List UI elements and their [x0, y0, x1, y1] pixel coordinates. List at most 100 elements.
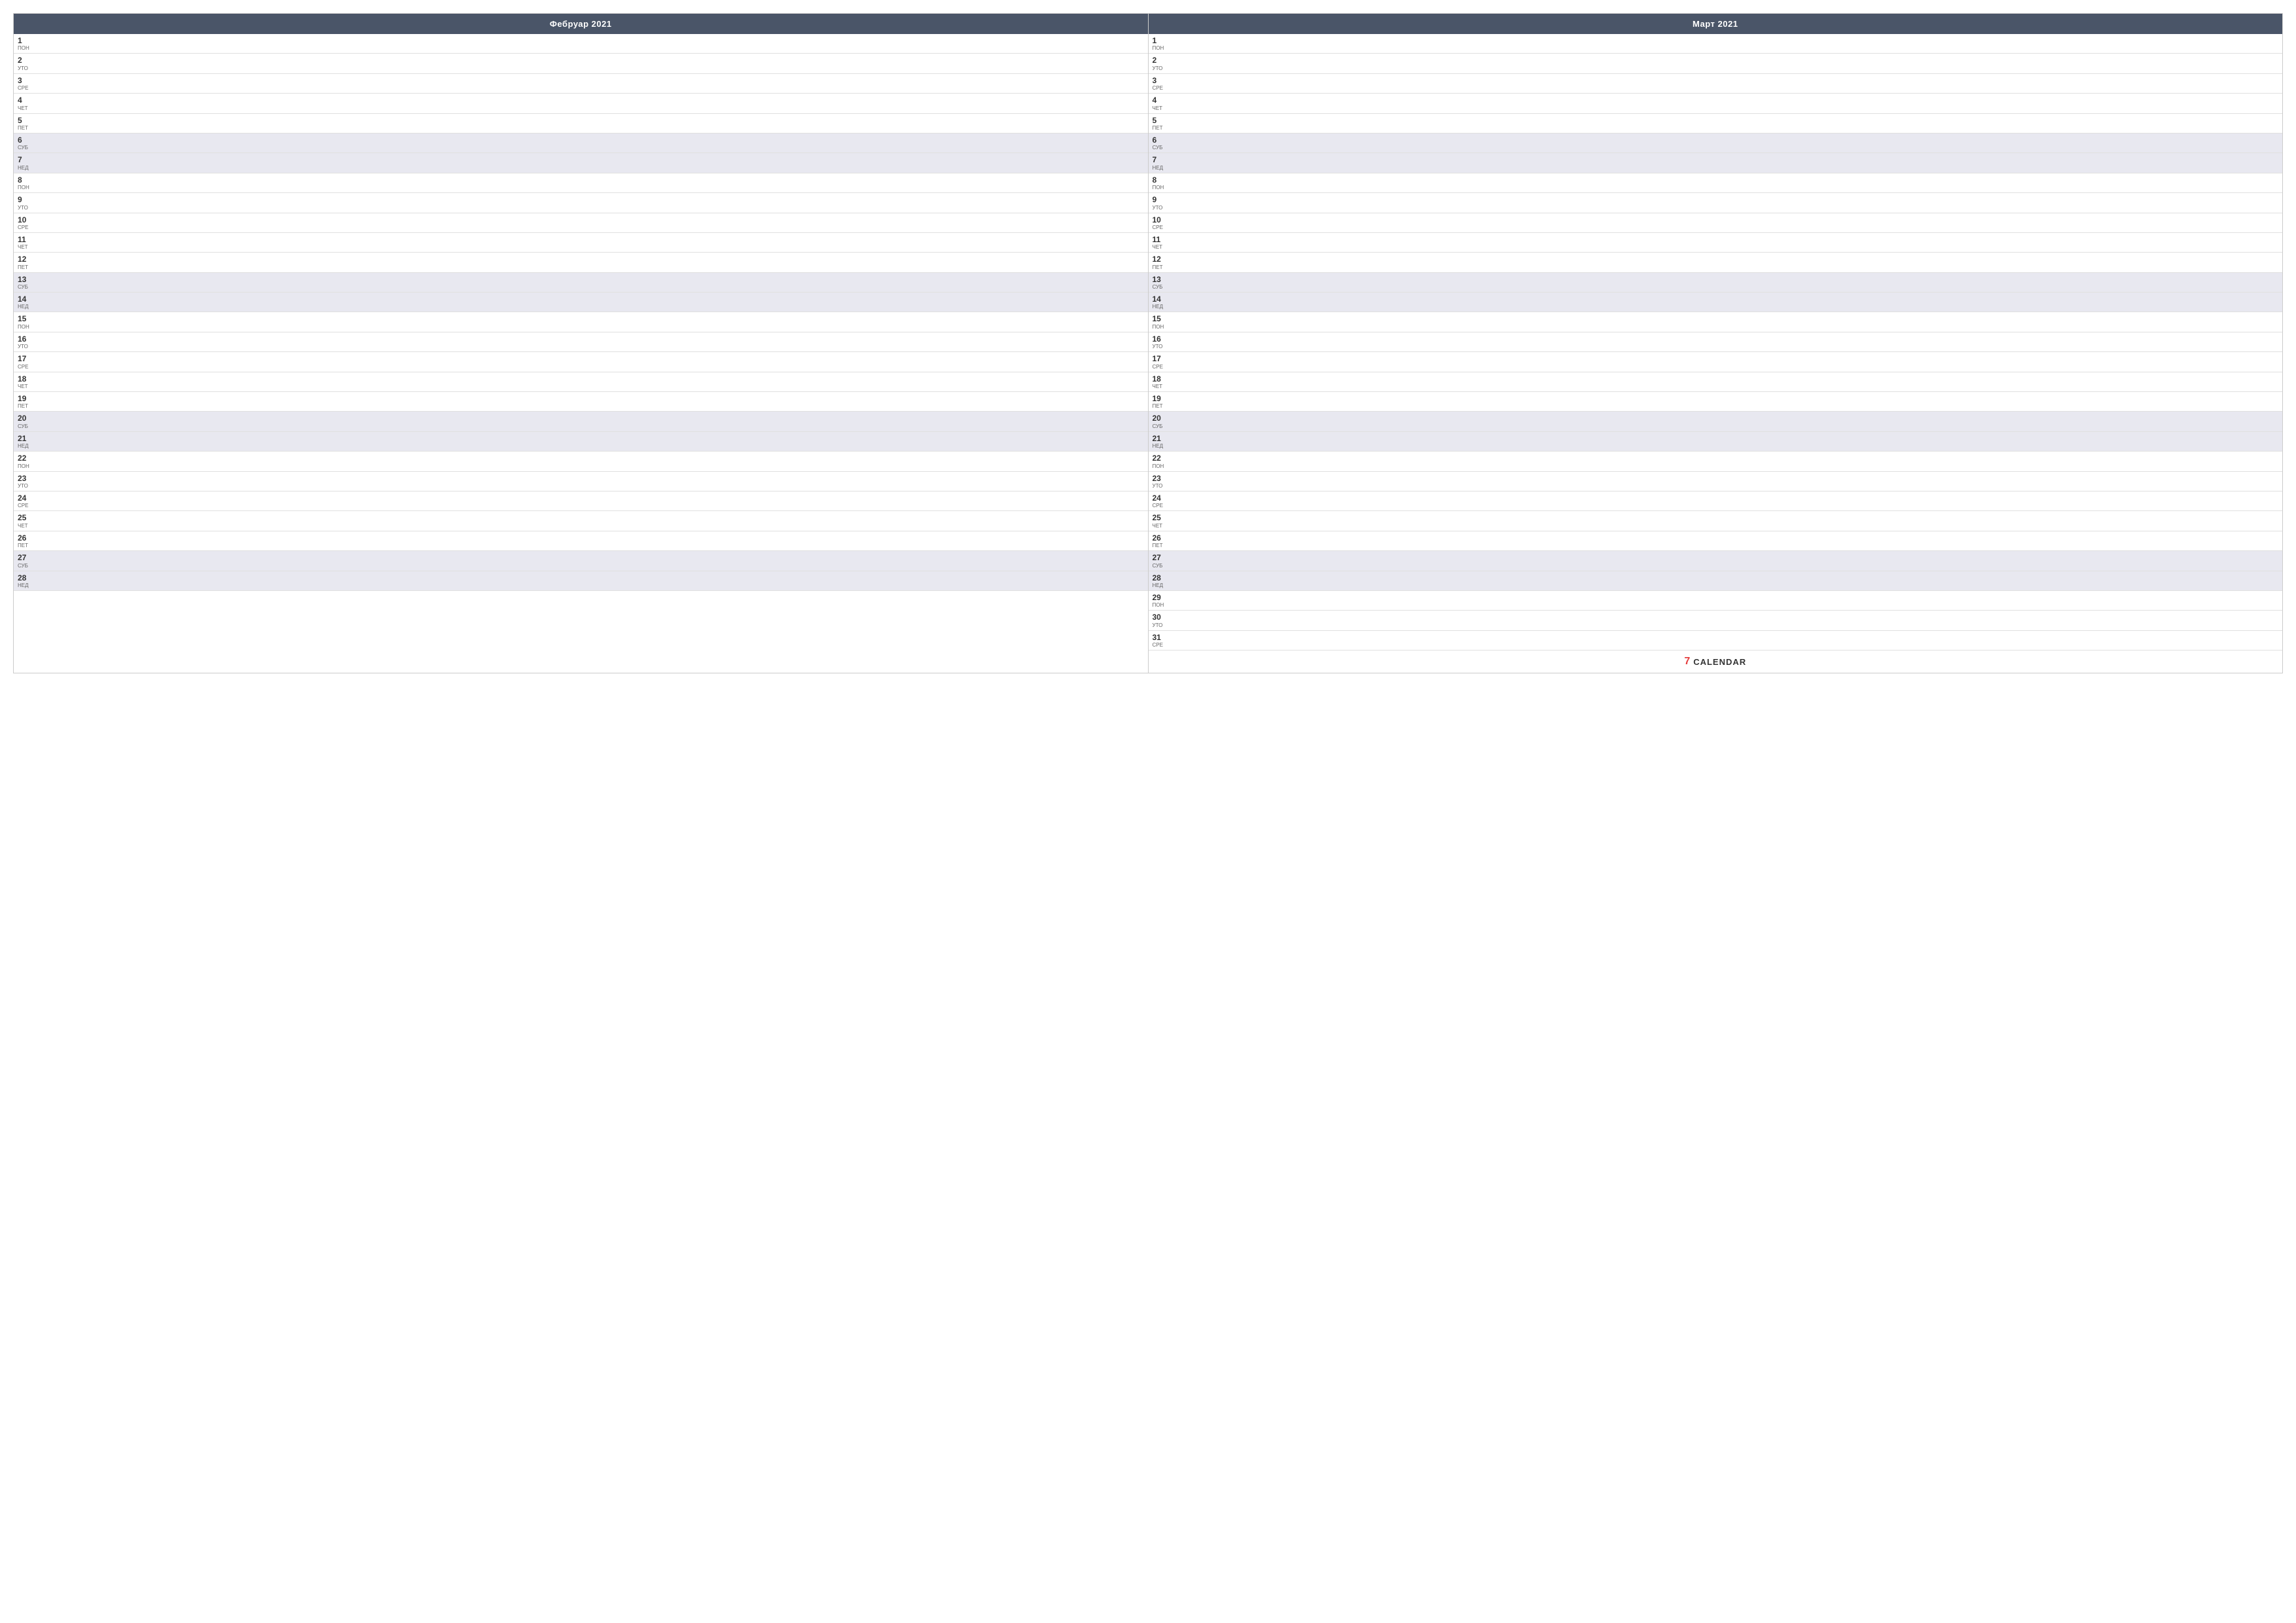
day-info: 12 ПЕТ: [18, 255, 32, 270]
day-number: 24: [1153, 493, 1167, 503]
day-name: ПЕТ: [18, 265, 32, 270]
february-day-row: 23 УТО: [14, 472, 1148, 491]
day-number: 22: [18, 454, 32, 463]
february-day-row: 14 НЕД: [14, 293, 1148, 312]
day-number: 7: [18, 155, 32, 164]
day-name: УТО: [1153, 344, 1167, 349]
day-info: 2 УТО: [18, 56, 32, 71]
day-number: 30: [1153, 613, 1167, 622]
march-day-row: 4 ЧЕТ: [1149, 94, 2283, 113]
day-info: 7 НЕД: [18, 155, 32, 170]
day-info: 15 ПОН: [1153, 314, 1167, 329]
march-day-row: 22 ПОН: [1149, 452, 2283, 471]
february-day-row: 2 УТО: [14, 54, 1148, 73]
day-number: 8: [18, 175, 32, 185]
day-info: 20 СУБ: [1153, 414, 1167, 429]
march-day-row: 10 СРЕ: [1149, 213, 2283, 233]
day-name: УТО: [1153, 623, 1167, 628]
march-day-row: 11 ЧЕТ: [1149, 233, 2283, 253]
day-name: УТО: [1153, 484, 1167, 489]
day-name: ПОН: [1153, 185, 1167, 190]
day-name: ЧЕТ: [1153, 524, 1167, 529]
day-name: ЧЕТ: [1153, 106, 1167, 111]
day-number: 25: [1153, 513, 1167, 522]
day-name: НЕД: [1153, 304, 1167, 310]
day-number: 10: [18, 215, 32, 224]
day-number: 13: [18, 275, 32, 284]
day-number: 24: [18, 493, 32, 503]
march-day-row: 30 УТО: [1149, 611, 2283, 630]
day-info: 22 ПОН: [18, 454, 32, 469]
day-name: НЕД: [1153, 583, 1167, 588]
day-name: ЧЕТ: [18, 245, 32, 250]
february-column: Фебруар 2021 1 ПОН 2 УТО 3 СРЕ 4 ЧЕТ: [14, 14, 1149, 673]
day-number: 11: [1153, 235, 1167, 244]
day-number: 27: [1153, 553, 1167, 562]
february-day-row: 27 СУБ: [14, 551, 1148, 571]
day-number: 20: [1153, 414, 1167, 423]
day-name: УТО: [18, 205, 32, 211]
february-day-row: 13 СУБ: [14, 273, 1148, 293]
day-number: 28: [18, 573, 32, 582]
calendar-icon: 7: [1684, 656, 1691, 668]
day-name: УТО: [1153, 66, 1167, 71]
day-info: 25 ЧЕТ: [1153, 513, 1167, 528]
day-name: НЕД: [18, 304, 32, 310]
day-name: НЕД: [18, 583, 32, 588]
day-name: СРЕ: [18, 225, 32, 230]
march-day-row: 17 СРЕ: [1149, 352, 2283, 372]
february-day-row: 20 СУБ: [14, 412, 1148, 431]
march-day-row: 3 СРЕ: [1149, 74, 2283, 94]
day-name: НЕД: [18, 444, 32, 449]
day-info: 28 НЕД: [1153, 573, 1167, 588]
february-day-row: 18 ЧЕТ: [14, 372, 1148, 392]
february-day-row: 19 ПЕТ: [14, 392, 1148, 412]
day-name: СРЕ: [1153, 643, 1167, 648]
day-number: 17: [18, 354, 32, 363]
february-day-row: 15 ПОН: [14, 312, 1148, 332]
february-header: Фебруар 2021: [14, 14, 1148, 34]
day-info: 30 УТО: [1153, 613, 1167, 628]
day-number: 2: [1153, 56, 1167, 65]
march-day-row: 2 УТО: [1149, 54, 2283, 73]
day-name: ПЕТ: [18, 126, 32, 131]
march-day-row: 15 ПОН: [1149, 312, 2283, 332]
day-name: ПЕТ: [1153, 265, 1167, 270]
day-info: 5 ПЕТ: [1153, 116, 1167, 131]
day-name: НЕД: [1153, 166, 1167, 171]
day-info: 2 УТО: [1153, 56, 1167, 71]
day-name: СУБ: [1153, 424, 1167, 429]
march-day-row: 9 УТО: [1149, 193, 2283, 213]
day-info: 1 ПОН: [18, 36, 32, 51]
day-name: НЕД: [18, 166, 32, 171]
day-number: 27: [18, 553, 32, 562]
day-info: 9 УТО: [18, 195, 32, 210]
day-info: 21 НЕД: [1153, 434, 1167, 449]
day-name: ПОН: [18, 325, 32, 330]
day-number: 7: [1153, 155, 1167, 164]
day-name: НЕД: [1153, 444, 1167, 449]
day-number: 2: [18, 56, 32, 65]
day-number: 25: [18, 513, 32, 522]
february-day-row: 1 ПОН: [14, 34, 1148, 54]
day-info: 28 НЕД: [18, 573, 32, 588]
day-number: 18: [1153, 374, 1167, 383]
february-day-row: 24 СРЕ: [14, 491, 1148, 511]
day-info: 13 СУБ: [18, 275, 32, 290]
day-number: 31: [1153, 633, 1167, 642]
day-info: 9 УТО: [1153, 195, 1167, 210]
day-number: 1: [1153, 36, 1167, 45]
day-info: 27 СУБ: [18, 553, 32, 568]
march-day-row: 16 УТО: [1149, 332, 2283, 352]
day-name: ПОН: [18, 185, 32, 190]
day-number: 14: [18, 294, 32, 304]
february-day-row: 8 ПОН: [14, 173, 1148, 193]
day-info: 24 СРЕ: [1153, 493, 1167, 508]
calendar-footer: 7 CALENDAR: [1149, 651, 2283, 673]
february-day-row: 4 ЧЕТ: [14, 94, 1148, 113]
day-name: ЧЕТ: [1153, 245, 1167, 250]
day-number: 5: [18, 116, 32, 125]
day-name: ПЕТ: [18, 543, 32, 548]
february-day-row: 17 СРЕ: [14, 352, 1148, 372]
march-day-row: 28 НЕД: [1149, 571, 2283, 591]
